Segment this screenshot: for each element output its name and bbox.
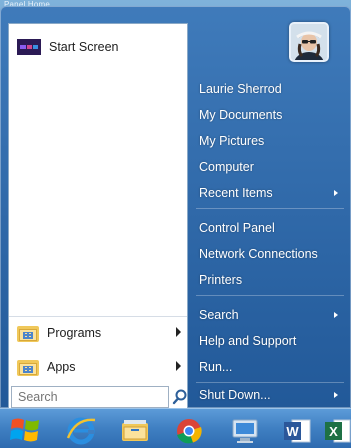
search-icon[interactable] <box>172 388 188 406</box>
control-panel-item[interactable]: Control Panel <box>194 216 344 240</box>
printers-label: Printers <box>199 273 243 287</box>
my-documents-item[interactable]: My Documents <box>194 103 344 127</box>
start-screen-label: Start Screen <box>49 40 119 54</box>
programs-arrow-icon <box>176 327 181 337</box>
network-connections-label: Network Connections <box>199 247 318 261</box>
svg-text:W: W <box>286 424 299 439</box>
start-menu: Start Screen Programs Apps Search Laurie… <box>0 6 351 412</box>
search-arrow-icon <box>334 312 338 318</box>
apps-item[interactable]: Apps <box>9 354 187 380</box>
help-and-support-item[interactable]: Help and Support <box>194 329 344 353</box>
computer-label: Computer <box>199 160 254 174</box>
taskbar: W X <box>0 408 351 448</box>
word-icon[interactable]: W <box>280 414 314 446</box>
internet-explorer-icon[interactable] <box>64 414 98 446</box>
user-name-item[interactable]: Laurie Sherrod <box>194 77 344 101</box>
run-item[interactable]: Run... <box>194 355 344 379</box>
excel-icon[interactable]: X <box>322 414 351 446</box>
svg-text:X: X <box>329 424 338 439</box>
apps-arrow-icon <box>176 361 181 371</box>
computer-item[interactable]: Computer <box>194 155 344 179</box>
remote-desktop-icon[interactable] <box>228 414 262 446</box>
search-input[interactable] <box>11 386 169 408</box>
start-menu-left-panel: Start Screen Programs Apps <box>8 23 188 412</box>
windows-logo-icon[interactable] <box>8 414 42 446</box>
start-screen-item[interactable]: Start Screen <box>9 34 187 60</box>
recent-items-item[interactable]: Recent Items <box>194 181 344 205</box>
help-and-support-label: Help and Support <box>199 334 297 348</box>
network-connections-item[interactable]: Network Connections <box>194 242 344 266</box>
recent-items-arrow-icon <box>334 190 338 196</box>
shut-down-label: Shut Down... <box>199 388 271 402</box>
file-explorer-icon[interactable] <box>118 414 152 446</box>
my-pictures-label: My Pictures <box>199 134 265 148</box>
programs-item[interactable]: Programs <box>9 320 187 346</box>
apps-label: Apps <box>47 360 76 374</box>
start-screen-icon <box>17 39 41 55</box>
printers-item[interactable]: Printers <box>194 268 344 292</box>
user-name-label: Laurie Sherrod <box>199 82 282 96</box>
right-divider <box>196 208 344 209</box>
recent-items-label: Recent Items <box>199 186 273 200</box>
programs-folder-icon <box>17 324 39 342</box>
run-label: Run... <box>199 360 233 374</box>
search-item[interactable]: Search <box>194 303 344 327</box>
shut-down-arrow-icon <box>334 392 338 398</box>
control-panel-label: Control Panel <box>199 221 275 235</box>
search-label: Search <box>199 308 239 322</box>
right-divider <box>196 295 344 296</box>
chrome-icon[interactable] <box>172 414 206 446</box>
shut-down-item[interactable]: Shut Down... <box>194 383 344 407</box>
apps-folder-icon <box>17 358 39 376</box>
left-divider <box>9 316 187 317</box>
my-documents-label: My Documents <box>199 108 283 122</box>
programs-label: Programs <box>47 326 102 340</box>
user-avatar[interactable] <box>289 22 329 62</box>
my-pictures-item[interactable]: My Pictures <box>194 129 344 153</box>
